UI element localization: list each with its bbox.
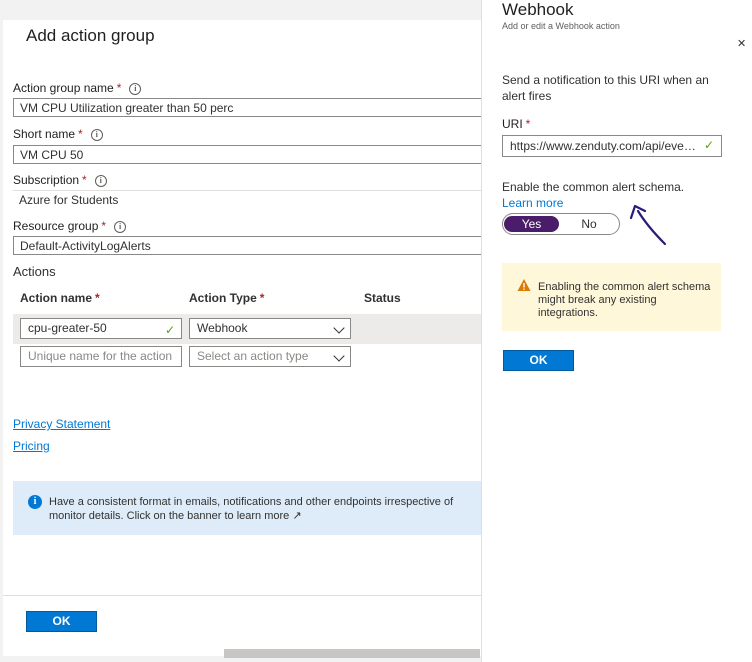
resource-group-dropdown[interactable]: Default-ActivityLogAlerts	[13, 236, 481, 255]
info-banner[interactable]: i Have a consistent format in emails, no…	[13, 481, 481, 535]
resource-group-label: Resource group * i	[13, 219, 127, 233]
pricing-link[interactable]: Pricing	[13, 439, 50, 453]
info-circle-icon: i	[28, 495, 42, 509]
required-mark: *	[101, 219, 107, 233]
short-name-label: Short name * i	[13, 127, 103, 141]
subscription-label: Subscription * i	[13, 173, 107, 187]
uri-input[interactable]: https://www.zenduty.com/api/events/	[502, 135, 722, 157]
panel-subtitle: Add or edit a Webhook action	[502, 21, 620, 31]
action-group-name-input[interactable]: VM CPU Utilization greater than 50 perc	[13, 98, 481, 117]
toggle-no-option[interactable]: No	[563, 216, 615, 232]
info-icon[interactable]: i	[94, 175, 107, 187]
warning-text: Enabling the common alert schema might b…	[538, 281, 711, 319]
new-action-type-dropdown[interactable]: Select an action type	[189, 346, 351, 367]
column-header-status: Status	[364, 291, 401, 305]
chevron-down-icon	[333, 350, 345, 362]
required-mark: *	[82, 173, 87, 187]
close-icon[interactable]: ✕	[737, 37, 746, 50]
new-action-name-input[interactable]: Unique name for the action	[20, 346, 182, 367]
short-name-input[interactable]: VM CPU 50	[13, 145, 481, 164]
panel-title: Webhook	[502, 0, 574, 19]
info-icon[interactable]: i	[114, 221, 127, 233]
column-header-action-name: Action name *	[20, 291, 100, 305]
checkmark-icon: ✓	[164, 323, 175, 337]
common-alert-schema-toggle[interactable]: Yes No	[502, 213, 620, 235]
schema-text: Enable the common alert schema. Learn mo…	[502, 180, 685, 210]
actions-heading: Actions	[13, 264, 56, 279]
external-link-icon: ↗	[289, 510, 302, 522]
footer-divider	[3, 595, 481, 596]
required-mark: *	[116, 81, 122, 95]
checkmark-icon: ✓	[704, 138, 715, 152]
info-icon[interactable]: i	[129, 83, 142, 95]
action-type-dropdown[interactable]: Webhook	[189, 318, 351, 339]
horizontal-scrollbar[interactable]	[224, 649, 480, 658]
required-mark: *	[259, 291, 265, 305]
annotation-arrow-icon	[629, 204, 667, 246]
required-mark: *	[525, 117, 531, 131]
uri-label: URI *	[502, 117, 531, 131]
subscription-dropdown[interactable]: Azure for Students	[13, 190, 481, 209]
action-group-name-label: Action group name * i	[13, 81, 142, 95]
panel-ok-button[interactable]: OK	[503, 350, 574, 371]
ok-button[interactable]: OK	[26, 611, 97, 632]
learn-more-link[interactable]: Learn more	[502, 196, 563, 210]
toggle-yes-option[interactable]: Yes	[504, 216, 559, 232]
webhook-panel: Webhook Add or edit a Webhook action ✕ S…	[481, 0, 752, 662]
required-mark: *	[78, 127, 83, 141]
add-action-group-blade: Add action group Action group name * i VM …	[3, 20, 481, 656]
info-icon[interactable]: i	[90, 129, 103, 141]
warning-icon	[517, 279, 531, 291]
column-header-action-type: Action Type *	[189, 291, 265, 305]
privacy-statement-link[interactable]: Privacy Statement	[13, 417, 110, 431]
page-title: Add action group	[26, 26, 155, 45]
required-mark: *	[95, 291, 100, 305]
panel-description: Send a notification to this URI when an …	[502, 73, 709, 103]
action-name-input[interactable]: cpu-greater-50 ✓	[20, 318, 182, 339]
chevron-down-icon	[333, 322, 345, 334]
info-banner-text: Have a consistent format in emails, noti…	[49, 496, 454, 522]
